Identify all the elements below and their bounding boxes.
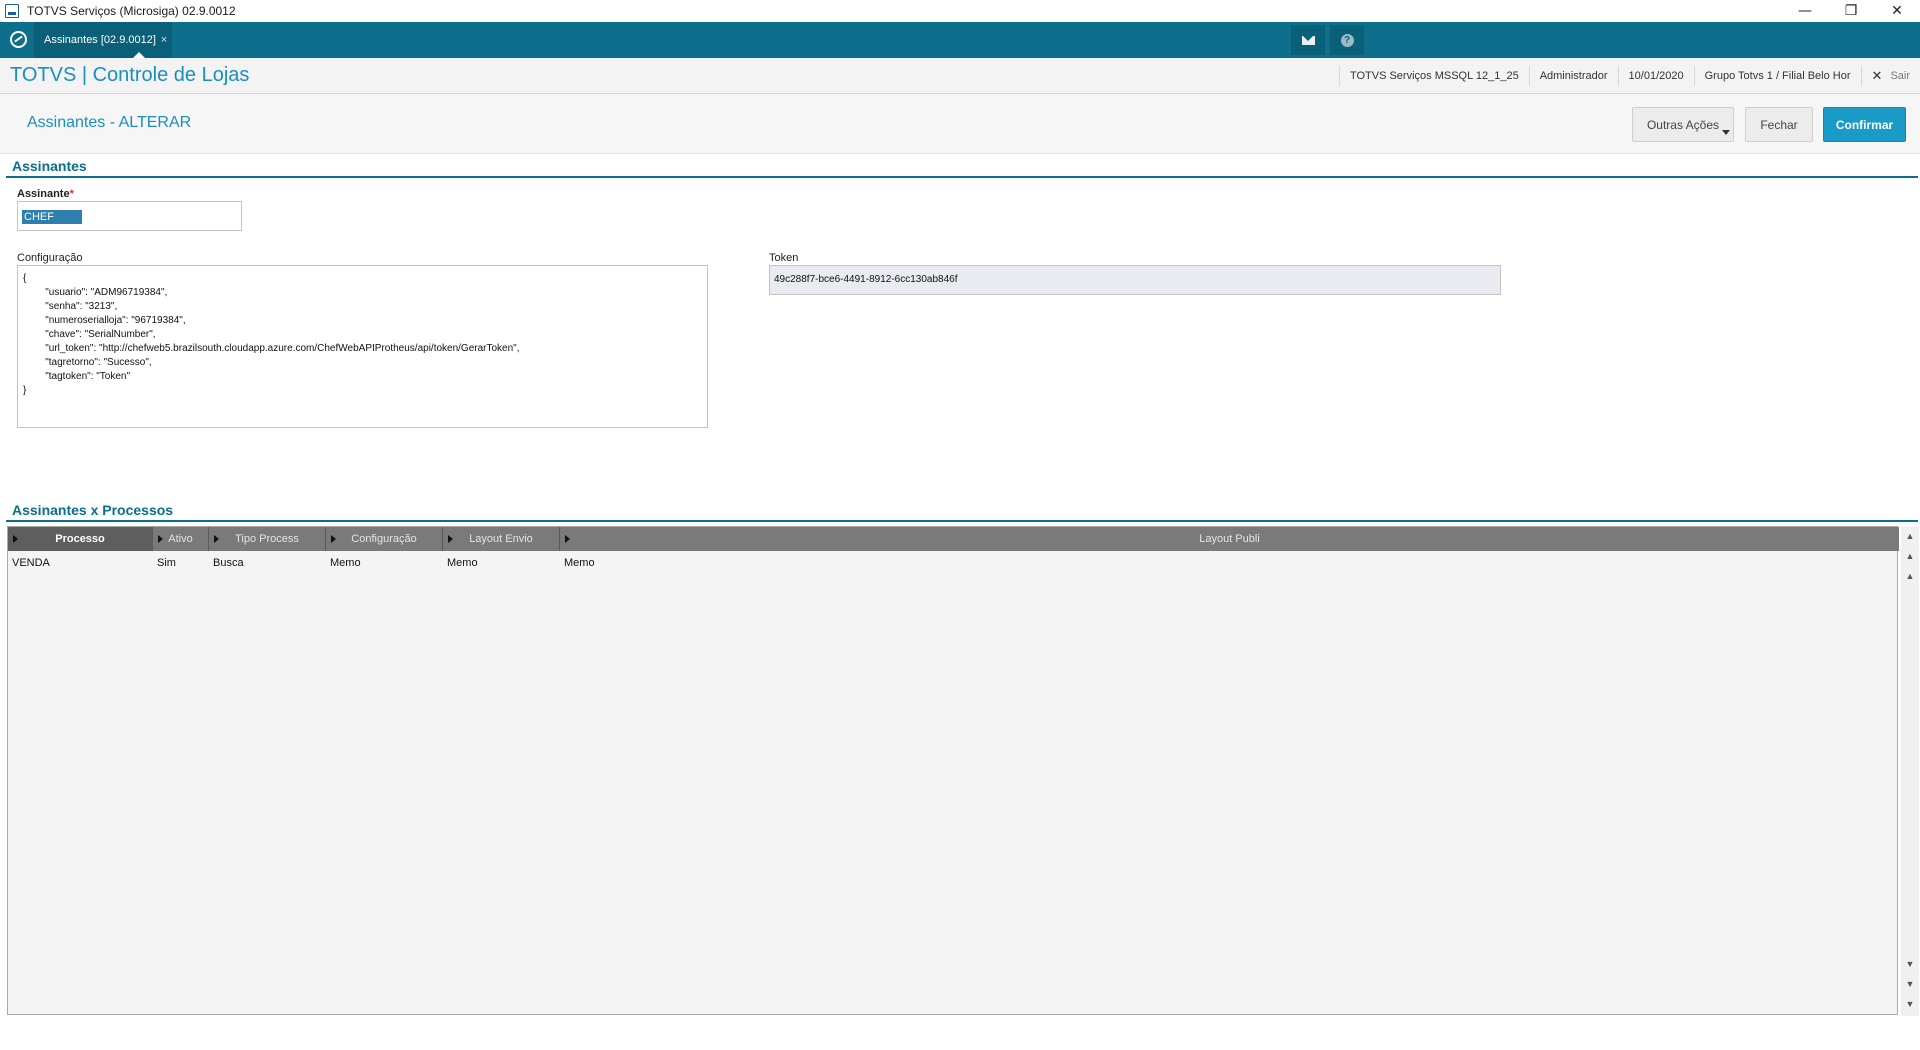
close-window-button[interactable]: ✕: [1874, 0, 1920, 22]
scroll-top-icon[interactable]: ▲: [1904, 529, 1916, 543]
page-toolbar: Assinantes - ALTERAR Outras Ações Fechar…: [0, 94, 1920, 154]
column-header-label: Tipo Process: [235, 533, 299, 545]
help-button[interactable]: ?: [1330, 25, 1364, 55]
mail-icon: [1301, 35, 1315, 45]
section-divider: [6, 520, 1918, 522]
section-title-processos: Assinantes x Processos: [12, 502, 174, 518]
branch-label: Grupo Totvs 1 / Filial Belo Hor: [1693, 66, 1861, 86]
close-button[interactable]: Fechar: [1745, 107, 1813, 142]
section-divider: [6, 176, 1918, 178]
token-input[interactable]: 49c288f7-bce6-4491-8912-6cc130ab846f: [769, 265, 1501, 295]
assinante-input[interactable]: CHEF: [17, 201, 242, 231]
tab-close-icon[interactable]: ×: [161, 34, 167, 46]
chevron-down-icon: [1722, 130, 1730, 135]
session-info: TOTVS Serviços MSSQL 12_1_25 Administrad…: [1338, 58, 1920, 94]
exit-label: Sair: [1890, 70, 1910, 82]
mail-button[interactable]: [1291, 25, 1325, 55]
exit-icon: ✕: [1871, 68, 1883, 83]
cell-configuracao: Memo: [330, 557, 361, 569]
column-marker-icon: [448, 535, 453, 543]
token-label: Token: [769, 252, 799, 264]
totvs-logo-icon[interactable]: [10, 31, 27, 48]
column-marker-icon: [13, 535, 18, 543]
window-title-bar: TOTVS Serviços (Microsiga) 02.9.0012 — ❐…: [0, 0, 1920, 22]
column-marker-icon: [331, 535, 336, 543]
app-name: TOTVS | Controle de Lojas: [10, 64, 250, 86]
column-marker-icon: [158, 535, 163, 543]
app-header: TOTVS | Controle de Lojas TOTVS Serviços…: [0, 58, 1920, 94]
column-header-label: Layout Publi: [1199, 533, 1260, 545]
app-tab-bar: Assinantes [02.9.0012] × ?: [0, 22, 1920, 58]
column-header-label: Layout Envio: [469, 533, 533, 545]
window-title: TOTVS Serviços (Microsiga) 02.9.0012: [27, 4, 236, 18]
column-header-label: Ativo: [168, 533, 193, 545]
config-textarea[interactable]: { "usuario": "ADM96719384", "senha": "32…: [17, 265, 708, 428]
other-actions-button[interactable]: Outras Ações: [1632, 107, 1734, 142]
required-mark: *: [69, 188, 74, 200]
user-label: Administrador: [1528, 66, 1618, 86]
environment-label: TOTVS Serviços MSSQL 12_1_25: [1338, 66, 1529, 86]
column-header-configuracao[interactable]: Configuração: [326, 527, 443, 551]
config-label: Configuração: [17, 252, 83, 264]
cell-tipo-process: Busca: [213, 557, 244, 569]
cell-ativo: Sim: [157, 557, 176, 569]
restore-button[interactable]: ❐: [1828, 0, 1874, 22]
processos-grid: Processo Ativo Tipo Process Configuração…: [7, 526, 1919, 1016]
cell-layout-envio: Memo: [447, 557, 478, 569]
grid-scrollbar[interactable]: ▲ ▲ ▲ ▼ ▼ ▼: [1901, 527, 1919, 1016]
app-window-icon: [5, 4, 19, 18]
scroll-page-up-icon[interactable]: ▲: [1904, 549, 1916, 563]
assinante-label-text: Assinante: [17, 188, 70, 200]
column-header-label: Configuração: [351, 533, 417, 545]
scroll-bottom-icon[interactable]: ▼: [1904, 997, 1916, 1011]
column-header-label: Processo: [55, 533, 105, 545]
cell-processo: VENDA: [12, 557, 50, 569]
cell-layout-publi: Memo: [564, 557, 595, 569]
minimize-button[interactable]: —: [1782, 0, 1828, 22]
confirm-button[interactable]: Confirmar: [1823, 107, 1906, 142]
tab-assinantes[interactable]: Assinantes [02.9.0012] ×: [34, 22, 172, 58]
exit-button[interactable]: ✕ Sair: [1860, 66, 1920, 86]
column-marker-icon: [214, 535, 219, 543]
scroll-up-icon[interactable]: ▲: [1904, 569, 1916, 583]
scroll-down-icon[interactable]: ▼: [1904, 957, 1916, 971]
column-header-ativo[interactable]: Ativo: [153, 527, 209, 551]
column-header-tipo-process[interactable]: Tipo Process: [209, 527, 326, 551]
column-header-layout-publi[interactable]: Layout Publi: [560, 527, 1899, 551]
assinante-label: Assinante*: [17, 188, 74, 200]
column-header-layout-envio[interactable]: Layout Envio: [443, 527, 560, 551]
page-title: Assinantes - ALTERAR: [27, 114, 192, 131]
assinante-value: CHEF: [22, 210, 82, 224]
other-actions-label: Outras Ações: [1646, 117, 1720, 132]
window-controls: — ❐ ✕: [1782, 0, 1920, 22]
scroll-page-down-icon[interactable]: ▼: [1904, 977, 1916, 991]
tab-label: Assinantes [02.9.0012]: [44, 34, 156, 46]
section-title-assinantes: Assinantes: [12, 158, 87, 174]
date-label: 10/01/2020: [1617, 66, 1694, 86]
table-row[interactable]: VENDA Sim Busca Memo Memo Memo: [8, 557, 760, 573]
column-header-processo[interactable]: Processo: [8, 527, 153, 551]
column-marker-icon: [565, 535, 570, 543]
grid-header: Processo Ativo Tipo Process Configuração…: [8, 527, 1899, 551]
help-icon: ?: [1340, 33, 1354, 47]
